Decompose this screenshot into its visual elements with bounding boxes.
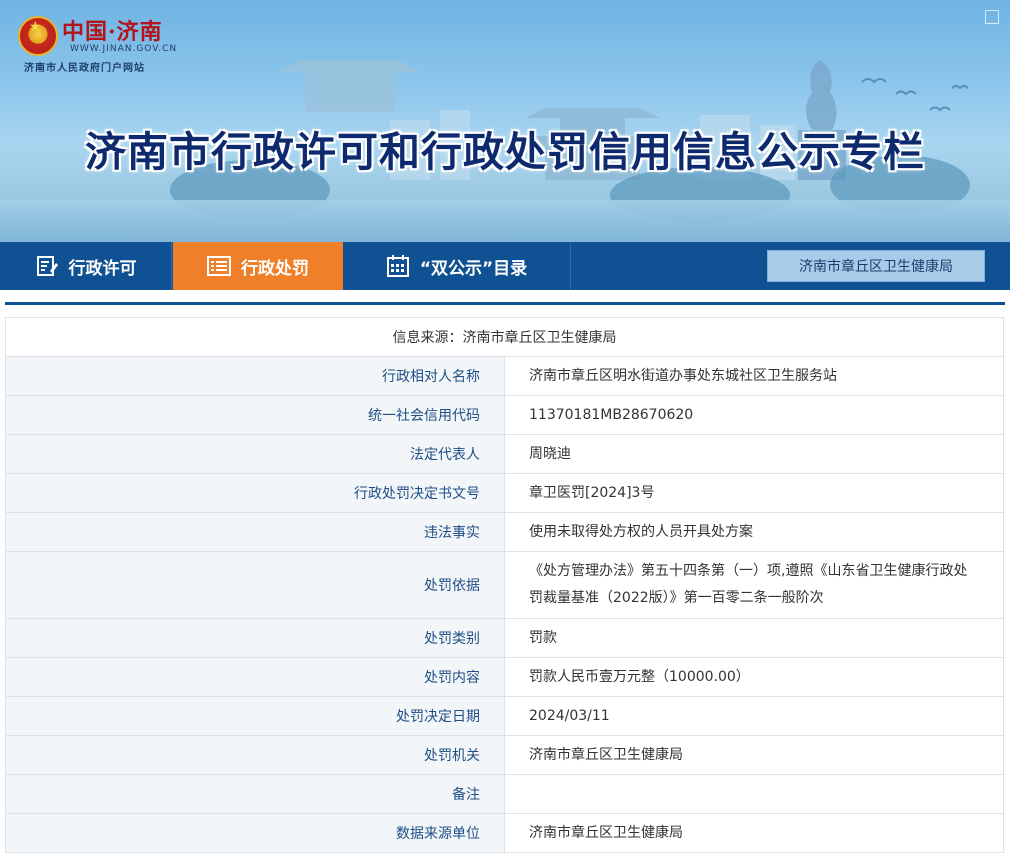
field-value: 《处方管理办法》第五十四条第（一）项,遵照《山东省卫生健康行政处罚裁量基准（20…: [504, 551, 1004, 619]
field-value: 2024/03/11: [504, 696, 1004, 736]
table-row: 行政处罚决定书文号 章卫医罚[2024]3号: [5, 473, 1004, 513]
tab-label: 行政许可: [68, 258, 137, 279]
field-label: 数据来源单位: [5, 813, 505, 853]
document-edit-icon: [36, 256, 58, 276]
field-label: 处罚内容: [5, 657, 505, 697]
site-subtitle: 济南市人民政府门户网站: [24, 63, 145, 74]
list-icon: [207, 256, 231, 276]
penalty-info-table: 信息来源：济南市章丘区卫生健康局 行政相对人名称 济南市章丘区明水街道办事处东城…: [5, 317, 1004, 853]
main-nav: 行政许可 行政处罚 “双公示”目录 济南市章丘区卫生健康局: [0, 242, 1010, 290]
window-box-icon: [985, 10, 999, 24]
department-selector[interactable]: 济南市章丘区卫生健康局: [767, 250, 985, 282]
table-row: 处罚机关 济南市章丘区卫生健康局: [5, 735, 1004, 775]
field-value: [504, 774, 1004, 814]
field-label: 统一社会信用代码: [5, 395, 505, 435]
field-label: 备注: [5, 774, 505, 814]
table-row: 法定代表人 周晓迪: [5, 434, 1004, 474]
field-label: 处罚机关: [5, 735, 505, 775]
field-label: 行政处罚决定书文号: [5, 473, 505, 513]
tab-double-publicity-catalog[interactable]: “双公示”目录: [343, 242, 571, 290]
tab-administrative-penalty[interactable]: 行政处罚: [173, 242, 343, 290]
field-label: 处罚类别: [5, 618, 505, 658]
field-label: 处罚依据: [5, 551, 505, 619]
star-icon: ★: [29, 19, 42, 35]
field-value: 济南市章丘区卫生健康局: [504, 735, 1004, 775]
tab-label: 行政处罚: [241, 258, 309, 279]
page-title: 济南市行政许可和行政处罚信用信息公示专栏: [85, 128, 925, 176]
field-value: 11370181MB28670620: [504, 395, 1004, 435]
table-row: 处罚类别 罚款: [5, 618, 1004, 658]
tab-administrative-license[interactable]: 行政许可: [0, 242, 172, 290]
table-row: 备注: [5, 774, 1004, 814]
table-row: 处罚依据 《处方管理办法》第五十四条第（一）项,遵照《山东省卫生健康行政处罚裁量…: [5, 551, 1004, 619]
table-row: 处罚决定日期 2024/03/11: [5, 696, 1004, 736]
site-logo[interactable]: ★ 中国·济南 WWW.JINAN.GOV.CN 济南市人民政府门户网站: [14, 12, 184, 76]
header-banner: ★ 中国·济南 WWW.JINAN.GOV.CN 济南市人民政府门户网站 济南市…: [0, 0, 1010, 242]
tab-label: “双公示”目录: [419, 258, 528, 279]
table-row: 数据来源单位 济南市章丘区卫生健康局: [5, 813, 1004, 853]
field-value: 罚款: [504, 618, 1004, 658]
field-value: 济南市章丘区明水街道办事处东城社区卫生服务站: [504, 356, 1004, 396]
field-label: 法定代表人: [5, 434, 505, 474]
field-value: 周晓迪: [504, 434, 1004, 474]
site-url: WWW.JINAN.GOV.CN: [70, 44, 178, 54]
field-label: 处罚决定日期: [5, 696, 505, 736]
table-row: 处罚内容 罚款人民币壹万元整（10000.00）: [5, 657, 1004, 697]
field-value: 罚款人民币壹万元整（10000.00）: [504, 657, 1004, 697]
table-row: 统一社会信用代码 11370181MB28670620: [5, 395, 1004, 435]
calendar-icon: [386, 255, 409, 277]
table-row: 违法事实 使用未取得处方权的人员开具处方案: [5, 512, 1004, 552]
field-value: 济南市章丘区卫生健康局: [504, 813, 1004, 853]
site-name: 中国·济南: [62, 19, 163, 45]
field-label: 行政相对人名称: [5, 356, 505, 396]
field-label: 违法事实: [5, 512, 505, 552]
table-row: 行政相对人名称 济南市章丘区明水街道办事处东城社区卫生服务站: [5, 356, 1004, 396]
record-panel: 信息来源：济南市章丘区卫生健康局 行政相对人名称 济南市章丘区明水街道办事处东城…: [5, 302, 1005, 857]
info-source: 信息来源：济南市章丘区卫生健康局: [5, 317, 1004, 357]
field-value: 使用未取得处方权的人员开具处方案: [504, 512, 1004, 552]
field-value: 章卫医罚[2024]3号: [504, 473, 1004, 513]
source-row: 信息来源：济南市章丘区卫生健康局: [5, 317, 1004, 357]
